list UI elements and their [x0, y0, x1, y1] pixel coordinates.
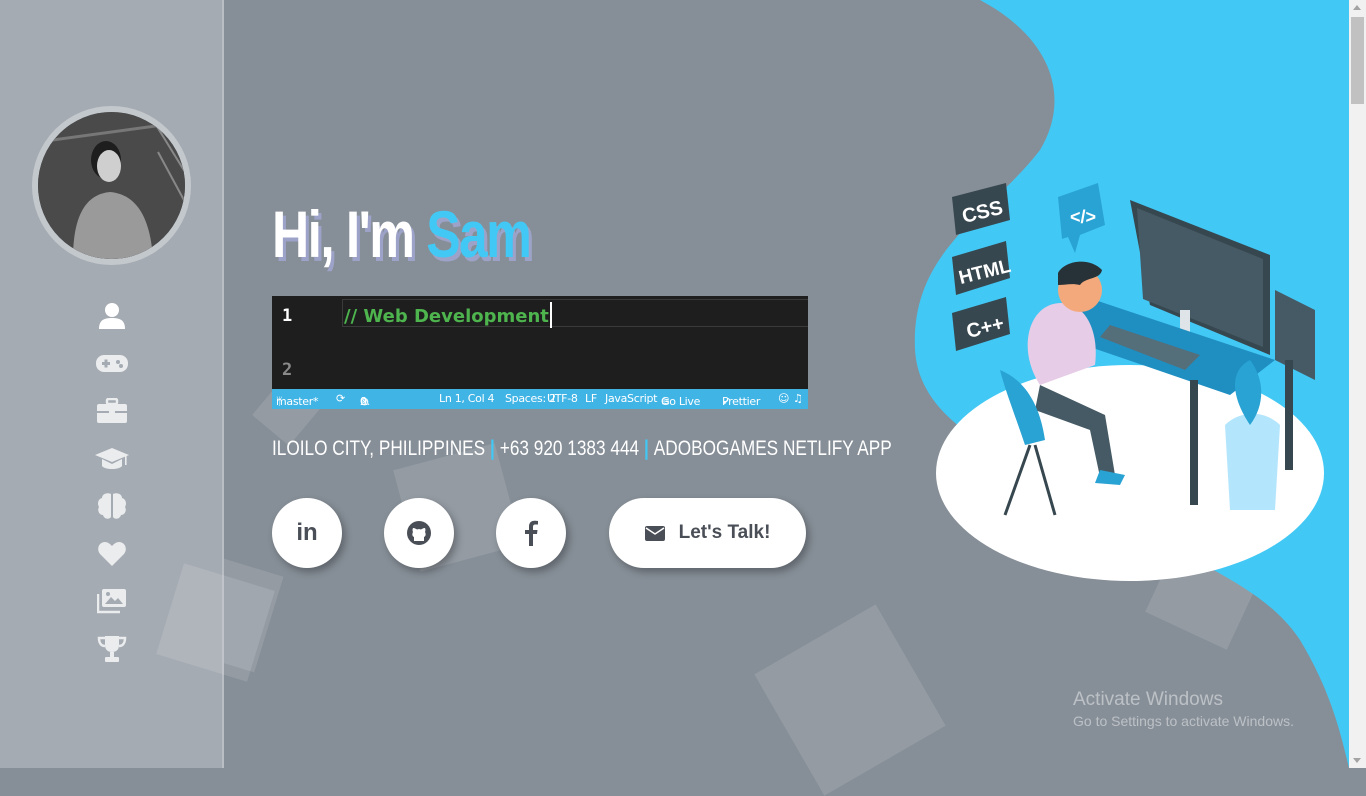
- linkedin-icon: in: [296, 519, 318, 546]
- brain-icon: [98, 493, 126, 519]
- lets-talk-label: Let's Talk!: [678, 522, 771, 543]
- feedback-icon[interactable]: ☺: [778, 392, 789, 405]
- tag-cpp: C++: [952, 297, 1010, 351]
- sync-icon[interactable]: ⟳: [336, 392, 345, 405]
- separator: |: [644, 437, 649, 460]
- scroll-thumb[interactable]: [1351, 17, 1364, 104]
- editor-line: 1 // Web Development: [272, 296, 808, 328]
- location-text: ILOILO CITY, PHILIPPINES: [272, 437, 486, 460]
- linkedin-button[interactable]: in: [272, 498, 342, 568]
- language-mode[interactable]: JavaScript: [605, 392, 657, 405]
- nav-gallery[interactable]: [92, 581, 132, 621]
- lets-talk-button[interactable]: Let's Talk!: [609, 498, 806, 568]
- cursor-position[interactable]: Ln 1, Col 4: [439, 392, 495, 405]
- user-icon: [99, 303, 125, 329]
- graduation-cap-icon: [95, 447, 129, 469]
- nav-games[interactable]: [92, 344, 132, 384]
- page-scrollbar[interactable]: [1349, 0, 1366, 768]
- line-number: 1: [282, 306, 293, 326]
- hero-title: Hi, I'm Sam: [272, 196, 532, 272]
- github-button[interactable]: [384, 498, 454, 568]
- nav-education[interactable]: [92, 439, 132, 479]
- code-comment: // Web Development: [344, 302, 552, 328]
- developer-illustration: CSS HTML C++ </>: [936, 183, 1324, 581]
- line-ending[interactable]: LF: [585, 392, 597, 405]
- nav-experience[interactable]: [92, 391, 132, 431]
- profile-photo: [38, 112, 185, 259]
- avatar: [32, 106, 191, 265]
- watermark-subtitle: Go to Settings to activate Windows.: [1073, 713, 1294, 729]
- windows-activation-watermark: Activate Windows Go to Settings to activ…: [1073, 689, 1294, 729]
- images-icon: [97, 589, 126, 614]
- nav-achievements[interactable]: [92, 629, 132, 669]
- editor-line: 2: [272, 350, 808, 380]
- tag-code: </>: [1058, 183, 1105, 253]
- sidebar-nav: [92, 296, 132, 676]
- hero-greeting: Hi, I'm: [272, 197, 415, 271]
- phone-text: +63 920 1383 444: [499, 437, 640, 460]
- warning-count: 0: [360, 395, 367, 408]
- encoding[interactable]: UTF-8: [547, 392, 578, 405]
- separator: |: [490, 437, 495, 460]
- envelope-icon: [644, 525, 665, 541]
- prettier-label: Prettier: [722, 395, 761, 408]
- go-live-label: Go Live: [661, 395, 701, 408]
- briefcase-icon: [97, 398, 127, 423]
- scroll-up-arrow-icon[interactable]: [1353, 5, 1361, 10]
- tag-code-text: </>: [1070, 207, 1096, 227]
- scroll-down-arrow-icon[interactable]: [1353, 758, 1361, 763]
- nav-skills[interactable]: [92, 486, 132, 526]
- trophy-icon: [97, 635, 127, 662]
- code-comment-text: // Web Development: [344, 306, 549, 327]
- hero-name: Sam: [426, 197, 532, 271]
- contact-line: ILOILO CITY, PHILIPPINES | +63 920 1383 44…: [272, 437, 892, 461]
- text-cursor: [549, 302, 552, 328]
- git-branch-label: master*: [276, 395, 319, 408]
- watermark-title: Activate Windows: [1073, 689, 1223, 710]
- editor-status-bar: ᛘ master* ⟳ ⊗ 0 ⚠ 0 Ln 1, Col 4 Spaces: 2…: [272, 389, 808, 409]
- facebook-button[interactable]: [496, 498, 566, 568]
- sidebar: [0, 0, 275, 768]
- tag-css: CSS: [952, 183, 1010, 235]
- github-icon: [407, 521, 431, 545]
- nav-about[interactable]: [92, 296, 132, 336]
- facebook-icon: [525, 520, 538, 546]
- line-number: 2: [282, 360, 293, 380]
- heart-icon: [98, 541, 126, 566]
- bell-icon[interactable]: ♫: [793, 392, 803, 405]
- site-link[interactable]: ADOBOGAMES NETLIFY APP: [654, 437, 892, 460]
- nav-interests[interactable]: [92, 534, 132, 574]
- tag-html: HTML: [952, 241, 1013, 295]
- gamepad-icon: [96, 354, 128, 372]
- code-editor: 1 // Web Development 2 ᛘ master* ⟳ ⊗ 0 ⚠ …: [272, 296, 808, 409]
